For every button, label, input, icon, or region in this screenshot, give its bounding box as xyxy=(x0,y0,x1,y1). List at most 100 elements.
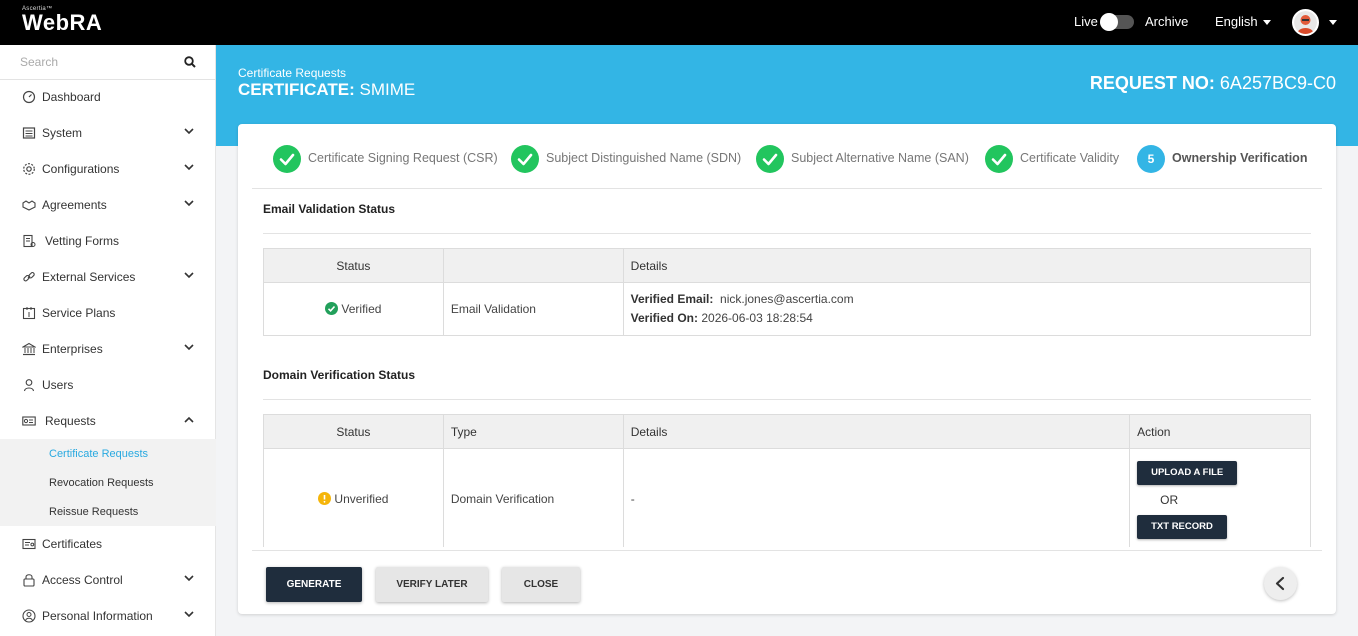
search-icon[interactable] xyxy=(184,56,196,68)
language-selector[interactable]: English xyxy=(1215,14,1271,29)
column-header-status: Status xyxy=(263,248,444,283)
details-cell: - xyxy=(622,448,1131,547)
step-check xyxy=(985,145,1013,173)
dashboard-icon xyxy=(22,90,36,104)
request-prefix: REQUEST NO: xyxy=(1089,73,1215,93)
chevron-down-icon xyxy=(184,200,194,207)
search-box xyxy=(0,45,216,80)
top-bar: Ascertia™ WebRA Live Archive English xyxy=(0,0,1358,45)
column-header-details: Details xyxy=(622,414,1131,449)
breadcrumb[interactable]: Certificate Requests xyxy=(238,66,346,80)
sidebar-item-vetting-forms[interactable]: Vetting Forms xyxy=(0,223,216,259)
person-icon xyxy=(22,609,36,623)
back-button[interactable] xyxy=(1264,567,1297,600)
type-cell: Domain Verification xyxy=(442,448,624,547)
brand-logo[interactable]: Ascertia™ WebRA xyxy=(22,6,102,35)
sidebar-item-service-plans[interactable]: Service Plans xyxy=(0,295,216,331)
sidebar-item-dashboard[interactable]: Dashboard xyxy=(0,79,216,115)
user-avatar-icon xyxy=(1294,11,1317,34)
column-header-action: Action xyxy=(1129,414,1311,449)
sidebar-item-label: Requests xyxy=(45,414,96,428)
sidebar-subitem-reissue-requests[interactable]: Reissue Requests xyxy=(49,506,138,518)
table-row: Verified Email Validation Verified Email… xyxy=(263,282,1312,336)
check-icon xyxy=(279,153,295,166)
status-cell: Verified xyxy=(263,282,444,336)
domain-verification-table: Status Type Details Action Unverified Do… xyxy=(263,414,1311,547)
check-icon xyxy=(762,153,778,166)
system-icon xyxy=(22,127,36,139)
step-label: Certificate Validity xyxy=(1020,151,1120,165)
chevron-left-icon xyxy=(1275,576,1285,591)
sidebar-item-external-services[interactable]: External Services xyxy=(0,259,216,295)
step-label: Certificate Signing Request (CSR) xyxy=(308,151,498,165)
step-check xyxy=(273,145,301,173)
live-archive-toggle[interactable] xyxy=(1100,13,1134,31)
sidebar: Dashboard System Configurations Agreemen… xyxy=(0,45,216,636)
or-label: OR xyxy=(1160,492,1179,507)
sidebar-subitem-revocation-requests[interactable]: Revocation Requests xyxy=(49,477,154,489)
sidebar-item-enterprises[interactable]: Enterprises xyxy=(0,331,216,367)
chevron-down-icon xyxy=(184,128,194,135)
verified-on-value: 2026-06-03 18:28:54 xyxy=(701,311,813,325)
sidebar-item-label: Configurations xyxy=(42,162,120,176)
column-header-type xyxy=(442,248,624,283)
sidebar-item-agreements[interactable]: Agreements xyxy=(0,187,216,223)
domain-table-viewport: Status Type Details Action Unverified Do… xyxy=(238,414,1336,547)
action-cell: UPLOAD A FILE OR TXT RECORD xyxy=(1129,448,1311,547)
txt-record-button[interactable]: TXT RECORD xyxy=(1137,514,1227,539)
sidebar-item-label: Vetting Forms xyxy=(45,234,120,248)
chevron-down-icon xyxy=(184,344,194,351)
column-header-type: Type xyxy=(442,414,624,449)
chevron-down-icon[interactable] xyxy=(1329,20,1337,25)
divider xyxy=(252,550,1322,551)
email-validation-table: Status Details Verified Email Validation… xyxy=(263,248,1312,336)
step-number: 5 xyxy=(1137,145,1165,173)
details-cell: Verified Email: nick.jones@ascertia.com … xyxy=(622,282,1312,336)
check-icon xyxy=(991,153,1007,166)
verified-on-label: Verified On: xyxy=(630,311,699,325)
sidebar-item-access-control[interactable]: Access Control xyxy=(0,562,216,598)
handshake-icon xyxy=(22,200,36,211)
gear-icon xyxy=(23,163,35,175)
sidebar-item-requests[interactable]: Requests xyxy=(0,403,216,439)
sidebar-item-system[interactable]: System xyxy=(0,115,216,151)
chevron-down-icon xyxy=(184,164,194,171)
table-header-row: Status Type Details Action xyxy=(263,414,1311,449)
sidebar-subitem-certificate-requests[interactable]: Certificate Requests xyxy=(49,448,148,460)
requests-icon xyxy=(22,416,36,426)
lock-icon xyxy=(23,574,35,587)
page-title: CERTIFICATE: SMIME xyxy=(238,80,415,100)
verified-check-icon xyxy=(325,302,339,315)
upload-file-button[interactable]: UPLOAD A FILE xyxy=(1137,460,1238,485)
sidebar-item-label: Users xyxy=(42,378,74,392)
step-label: Subject Alternative Name (SAN) xyxy=(791,151,969,165)
sidebar-item-certificates[interactable]: Certificates xyxy=(0,526,216,562)
verify-later-button[interactable]: VERIFY LATER xyxy=(376,567,488,602)
chevron-down-icon xyxy=(184,611,194,618)
plan-icon xyxy=(22,307,36,320)
verified-email-value: nick.jones@ascertia.com xyxy=(720,292,854,306)
chevron-up-icon xyxy=(184,416,194,423)
sidebar-item-configurations[interactable]: Configurations xyxy=(0,151,216,187)
requests-submenu: Certificate Requests Revocation Requests… xyxy=(0,439,216,526)
sidebar-item-personal-information[interactable]: Personal Information xyxy=(0,598,216,634)
sidebar-item-label: Service Plans xyxy=(42,306,116,320)
sidebar-item-label: Personal Information xyxy=(42,609,153,623)
divider xyxy=(263,233,1311,234)
generate-button[interactable]: GENERATE xyxy=(266,567,362,602)
chevron-down-icon xyxy=(1262,20,1271,26)
search-input[interactable] xyxy=(20,53,170,71)
request-value: 6A257BC9-C0 xyxy=(1219,73,1336,93)
status-cell: Unverified xyxy=(263,448,444,547)
avatar[interactable] xyxy=(1292,9,1319,36)
title-prefix: CERTIFICATE: xyxy=(238,80,355,99)
toggle-knob xyxy=(1100,13,1118,31)
language-label: English xyxy=(1215,14,1258,29)
close-button[interactable]: CLOSE xyxy=(502,567,580,602)
sidebar-item-label: Dashboard xyxy=(42,90,101,104)
brand-name: WebRA xyxy=(22,10,103,35)
sidebar-item-users[interactable]: Users xyxy=(0,367,216,403)
title-value: SMIME xyxy=(359,80,416,99)
certificate-icon xyxy=(22,538,36,550)
chevron-down-icon xyxy=(184,575,194,582)
